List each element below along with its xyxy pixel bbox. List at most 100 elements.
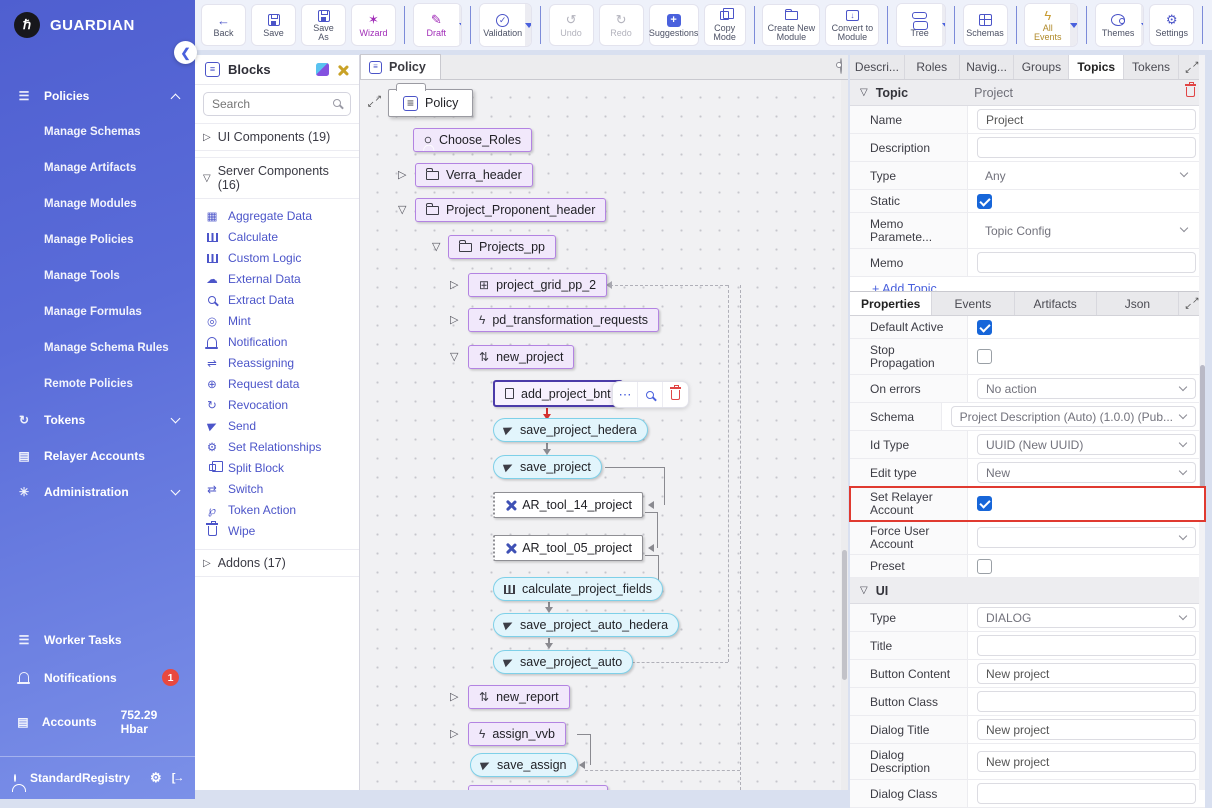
node-projects-pp[interactable]: Projects_pp	[448, 235, 556, 259]
tools-icon[interactable]	[337, 64, 349, 76]
node-partial[interactable]	[468, 785, 608, 790]
default-active-checkbox[interactable]	[977, 320, 992, 335]
tab-topics[interactable]: Topics	[1069, 55, 1124, 79]
dialog-description-input[interactable]	[977, 751, 1196, 772]
node-pd-transformation-requests[interactable]: ϟ pd_transformation_requests	[468, 308, 659, 332]
expand-caret-icon[interactable]: ▷	[450, 278, 458, 291]
expand-caret-icon[interactable]: ▷	[398, 168, 406, 181]
canvas-body[interactable]: ↗↙ ≡ Policy Choose_Roles ▷ Verra_header …	[360, 80, 848, 790]
block-item-custom-logic[interactable]: Custom Logic	[195, 247, 359, 268]
tab-tokens[interactable]: Tokens	[1124, 55, 1179, 79]
node-save-assign[interactable]: save_assign	[470, 753, 578, 777]
block-item-set-relationships[interactable]: ⚙Set Relationships	[195, 436, 359, 457]
node-add-project-bnt[interactable]: add_project_bnt	[493, 380, 623, 407]
copy-mode-button[interactable]: Copy Mode	[704, 4, 746, 46]
block-item-external-data[interactable]: ☁External Data	[195, 268, 359, 289]
collapse-caret-icon[interactable]: ▽	[398, 203, 406, 216]
force-user-account-select[interactable]	[977, 527, 1196, 548]
collapse-caret-icon[interactable]: ▽	[450, 350, 458, 363]
set-relayer-account-checkbox[interactable]	[977, 496, 992, 511]
group-addons[interactable]: ▷ Addons (17)	[195, 549, 359, 577]
user-settings-gear-icon[interactable]: ⚙	[150, 770, 162, 786]
tab-json[interactable]: Json	[1097, 292, 1179, 315]
sidebar-item-manage-schemas[interactable]: Manage Schemas	[0, 114, 195, 150]
sidebar-item-notifications[interactable]: Notifications 1	[0, 658, 195, 697]
block-item-split-block[interactable]: Split Block	[195, 457, 359, 478]
node-new-report[interactable]: ⇅ new_report	[468, 685, 570, 709]
block-item-send[interactable]: Send	[195, 415, 359, 436]
node-assign-vvb[interactable]: ϟ assign_vvb	[468, 722, 566, 746]
node-calculate-project-fields[interactable]: calculate_project_fields	[493, 577, 663, 601]
wizard-button[interactable]: ✶ Wizard	[351, 4, 396, 46]
sidebar-item-manage-tools[interactable]: Manage Tools	[0, 258, 195, 294]
node-project-proponent-header[interactable]: Project_Proponent_header	[415, 198, 606, 222]
more-options-icon[interactable]: ⋯	[613, 382, 638, 407]
node-project-grid-pp-2[interactable]: ⊞ project_grid_pp_2	[468, 273, 607, 297]
schema-select[interactable]: Project Description (Auto) (1.0.0) (Pub.…	[951, 406, 1196, 427]
block-item-revocation[interactable]: ↻Revocation	[195, 394, 359, 415]
sidebar-item-relayer-accounts[interactable]: ▤ Relayer Accounts	[0, 438, 195, 474]
expand-caret-icon[interactable]: ▷	[450, 690, 458, 703]
tab-events[interactable]: Events	[932, 292, 1014, 315]
back-button[interactable]: ← Back	[201, 4, 246, 46]
block-item-calculate[interactable]: Calculate	[195, 226, 359, 247]
validation-dropdown-arrow[interactable]	[525, 4, 532, 46]
block-item-wipe[interactable]: Wipe	[195, 520, 359, 541]
redo-button[interactable]: ↻ Redo	[599, 4, 644, 46]
node-verra-header[interactable]: Verra_header	[415, 163, 533, 187]
button-content-input[interactable]	[977, 663, 1196, 684]
convert-to-module-button[interactable]: ↓ Convert to Module	[825, 4, 879, 46]
right-panel-scrollbar[interactable]	[1199, 55, 1205, 790]
on-errors-select[interactable]: No action	[977, 378, 1196, 399]
delete-node-icon[interactable]	[663, 382, 688, 407]
topic-type-select[interactable]: Any	[977, 165, 1196, 186]
caret-down-icon[interactable]: ▽	[860, 585, 868, 596]
tab-groups[interactable]: Groups	[1014, 55, 1069, 79]
delete-topic-icon[interactable]	[1186, 86, 1195, 100]
tab-description[interactable]: Descri...	[850, 55, 905, 79]
tree-dropdown-arrow[interactable]	[942, 4, 946, 46]
sidebar-collapse-button[interactable]: ❮	[174, 41, 197, 64]
group-ui-components[interactable]: ▷ UI Components (19)	[195, 123, 359, 151]
undo-button[interactable]: ↺ Undo	[549, 4, 594, 46]
tab-artifacts[interactable]: Artifacts	[1015, 292, 1097, 315]
draft-button[interactable]: ✎ Draft	[414, 4, 459, 46]
memo-input[interactable]	[977, 252, 1196, 273]
tab-navigation[interactable]: Navig...	[960, 55, 1015, 79]
dialog-title-input[interactable]	[977, 719, 1196, 740]
memo-parameters-select[interactable]: Topic Config	[977, 220, 1196, 241]
sidebar-item-worker-tasks[interactable]: ☰ Worker Tasks	[0, 622, 195, 658]
tab-properties[interactable]: Properties	[850, 292, 932, 315]
static-checkbox[interactable]	[977, 194, 992, 209]
node-ar-tool-05-project[interactable]: AR_tool_05_project	[493, 535, 643, 561]
collapse-all-icon[interactable]: ↗↙	[368, 95, 381, 108]
save-as-button[interactable]: Save As	[301, 4, 346, 46]
sidebar-item-accounts[interactable]: ▤ Accounts 752.29 Hbar	[0, 697, 195, 747]
sidebar-item-administration[interactable]: ✳ Administration	[0, 474, 195, 510]
collapse-caret-icon[interactable]: ▽	[432, 240, 440, 253]
block-item-mint[interactable]: ◎Mint	[195, 310, 359, 331]
canvas-vertical-scrollbar[interactable]	[841, 80, 848, 790]
suggestions-button[interactable]: + Suggestions	[649, 4, 699, 46]
themes-button[interactable]: Themes	[1096, 4, 1141, 46]
topic-name-input[interactable]	[977, 109, 1196, 130]
add-topic-link[interactable]: + Add Topic	[850, 277, 1205, 291]
group-server-components[interactable]: ▽ Server Components (16)	[195, 157, 359, 199]
node-ar-tool-14-project[interactable]: AR_tool_14_project	[493, 492, 643, 518]
sidebar-item-manage-modules[interactable]: Manage Modules	[0, 186, 195, 222]
schemas-button[interactable]: Schemas	[963, 4, 1008, 46]
node-save-project-auto[interactable]: save_project_auto	[493, 650, 633, 674]
block-item-aggregate-data[interactable]: ▦Aggregate Data	[195, 205, 359, 226]
sidebar-item-manage-schema-rules[interactable]: Manage Schema Rules	[0, 330, 195, 366]
settings-button[interactable]: ⚙ Settings	[1149, 4, 1194, 46]
caret-down-icon[interactable]: ▽	[860, 87, 868, 98]
validation-button[interactable]: ✓ Validation	[480, 4, 525, 46]
draft-dropdown-arrow[interactable]	[459, 4, 463, 46]
ui-title-input[interactable]	[977, 635, 1196, 656]
block-item-request-data[interactable]: ⊕Request data	[195, 373, 359, 394]
node-policy-root[interactable]: ≡ Policy	[388, 89, 473, 117]
node-save-project-hedera[interactable]: save_project_hedera	[493, 418, 648, 442]
zoom-icon[interactable]	[638, 382, 663, 407]
button-class-input[interactable]	[977, 691, 1196, 712]
ui-type-select[interactable]: DIALOG	[977, 607, 1196, 628]
